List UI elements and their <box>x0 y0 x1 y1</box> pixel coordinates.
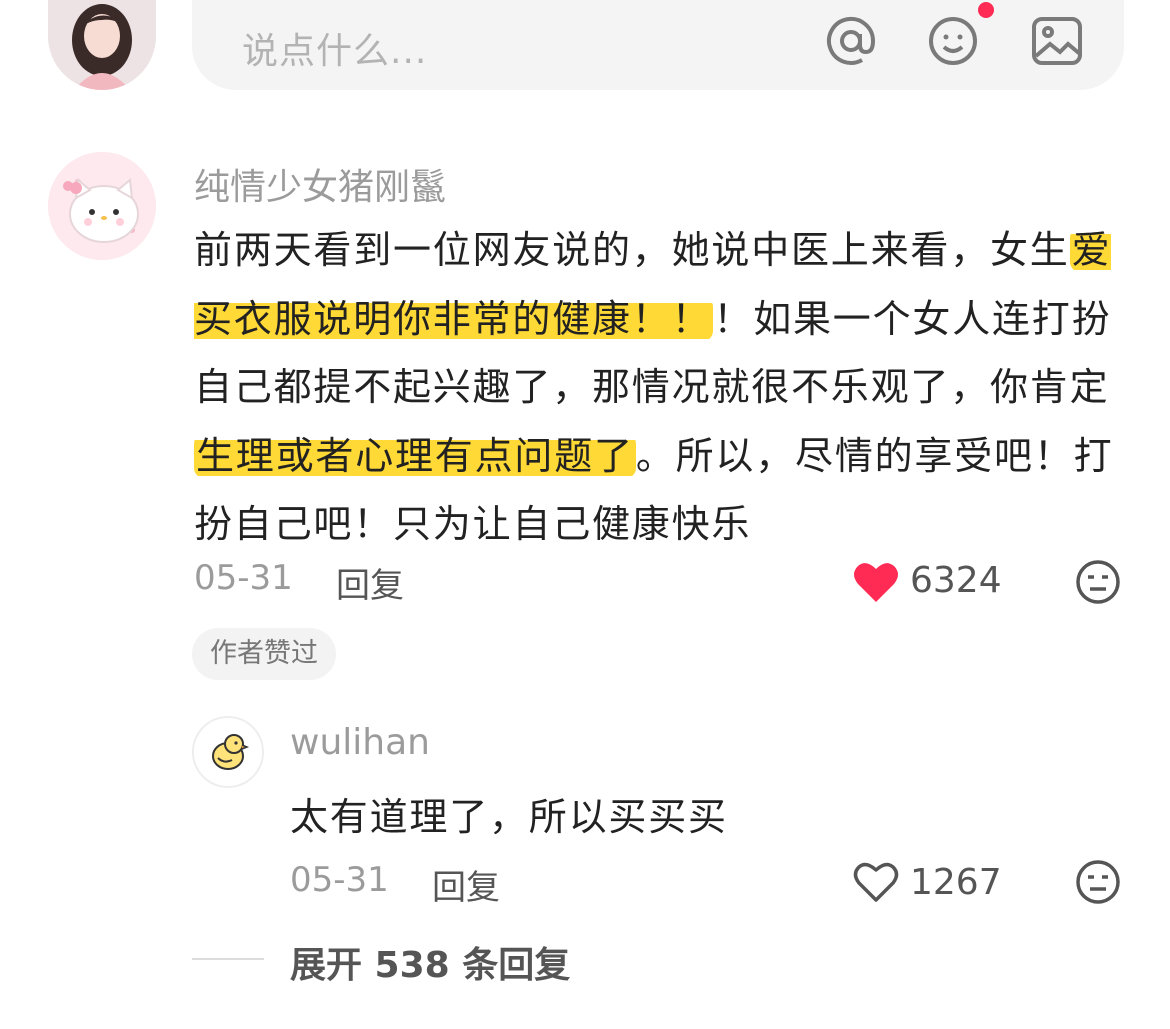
current-user-avatar[interactable] <box>48 0 156 90</box>
reply-like-count: 1267 <box>910 862 1002 903</box>
commenter-username[interactable]: 纯情少女猪刚鬣 <box>194 158 446 210</box>
emoji-icon[interactable] <box>926 14 980 68</box>
comment-reply-button[interactable]: 回复 <box>336 558 404 607</box>
like-button[interactable] <box>852 560 900 604</box>
reply-date: 05-31 <box>290 860 389 900</box>
comment-highlight: 生理或者心理有点问题了 <box>194 433 636 478</box>
expand-divider <box>192 958 264 960</box>
reply-body: 太有道理了，所以买买买 <box>290 795 728 839</box>
reply-dislike-button[interactable] <box>1074 858 1122 906</box>
replier-avatar[interactable] <box>192 716 264 788</box>
reply-reply-button[interactable]: 回复 <box>432 860 500 909</box>
like-count: 6324 <box>910 560 1002 601</box>
dislike-button[interactable] <box>1074 558 1122 606</box>
comment-input-placeholder[interactable]: 说点什么... <box>242 22 427 74</box>
commenter-avatar[interactable] <box>48 152 156 260</box>
comment-text-part: 前两天看到一位网友说的，她说中医上来看，女生 <box>194 228 1070 272</box>
comment-date: 05-31 <box>194 558 293 598</box>
heart-filled-icon <box>854 563 898 602</box>
heart-outline-icon <box>853 862 899 902</box>
expand-replies-button[interactable]: 展开 538 条回复 <box>290 936 570 988</box>
image-icon[interactable] <box>1030 14 1084 68</box>
reply-like-button[interactable] <box>852 860 900 904</box>
neutral-face-icon <box>1076 560 1120 604</box>
neutral-face-icon <box>1076 860 1120 904</box>
mention-icon[interactable] <box>824 14 878 68</box>
author-liked-badge: 作者赞过 <box>192 628 336 680</box>
comment-body: 前两天看到一位网友说的，她说中医上来看，女生爱买衣服说明你非常的健康！！！如果一… <box>194 216 1124 559</box>
replier-username[interactable]: wulihan <box>290 722 430 763</box>
notification-dot <box>978 2 994 18</box>
